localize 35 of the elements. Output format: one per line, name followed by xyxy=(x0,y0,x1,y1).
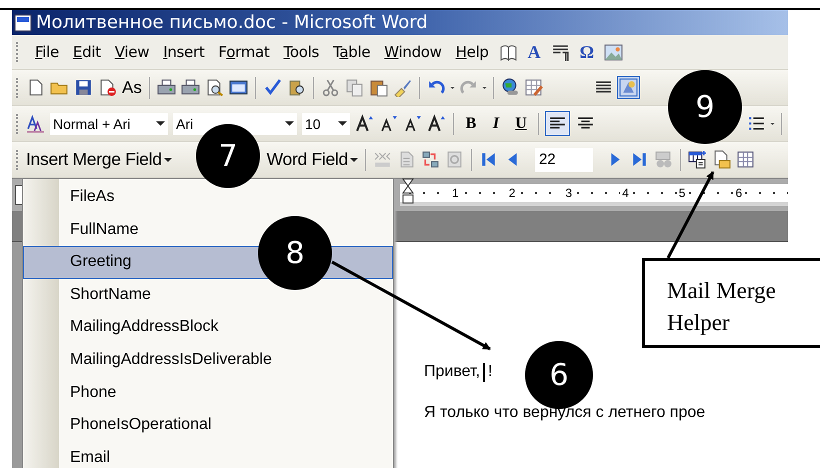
font-size-dropdown[interactable]: 10 xyxy=(302,112,350,134)
ruler-number: 6 xyxy=(733,186,744,200)
toolbar-button[interactable]: A xyxy=(528,42,541,62)
format-button[interactable]: I xyxy=(486,114,506,132)
ruler-number: 1 xyxy=(450,186,461,200)
format-button[interactable]: B xyxy=(461,114,481,132)
menu-item[interactable]: MailingAddressBlock xyxy=(23,311,393,344)
menu-item[interactable]: Phone xyxy=(23,376,393,410)
toolbar-button[interactable]: Ω xyxy=(580,42,594,62)
callout-label: Mail Merge Helper xyxy=(642,258,820,348)
menu-item[interactable]: File xyxy=(35,43,59,61)
menu-item[interactable]: Email xyxy=(23,442,393,468)
record-field[interactable]: 22 xyxy=(534,148,593,172)
menu-item[interactable]: Tools xyxy=(284,43,319,61)
document-text: Привет, xyxy=(424,363,480,381)
insert-merge-field-button[interactable]: Insert Merge Field xyxy=(26,149,172,170)
menu-item[interactable]: View xyxy=(114,43,150,61)
menu-item[interactable]: Table xyxy=(332,43,370,61)
ruler-number: 4 xyxy=(620,186,631,200)
menu-item[interactable]: Format xyxy=(218,43,270,61)
word-field-button[interactable]: Word Field xyxy=(266,149,358,170)
style-dropdown[interactable]: Normal + Ari xyxy=(50,112,168,134)
ruler-number: 3 xyxy=(563,186,574,200)
menu-item[interactable]: MailingAddressIsDeliverable xyxy=(23,344,393,377)
format-button[interactable]: U xyxy=(511,114,531,132)
ruler-number: 2 xyxy=(506,186,518,200)
window-title: Молитвенное письмо.doc - Microsoft Word xyxy=(36,12,428,33)
menu-item[interactable]: Window xyxy=(384,43,442,61)
ruler-number: 5 xyxy=(676,186,688,200)
document-text: ! xyxy=(488,363,492,381)
toolbar-button[interactable]: As xyxy=(122,78,142,98)
menu-item[interactable]: PhoneIsOperational xyxy=(23,409,393,442)
menu-item[interactable]: Edit xyxy=(72,43,101,61)
menu-item[interactable]: Help xyxy=(456,43,489,61)
menu-item[interactable]: Insert xyxy=(163,43,204,61)
